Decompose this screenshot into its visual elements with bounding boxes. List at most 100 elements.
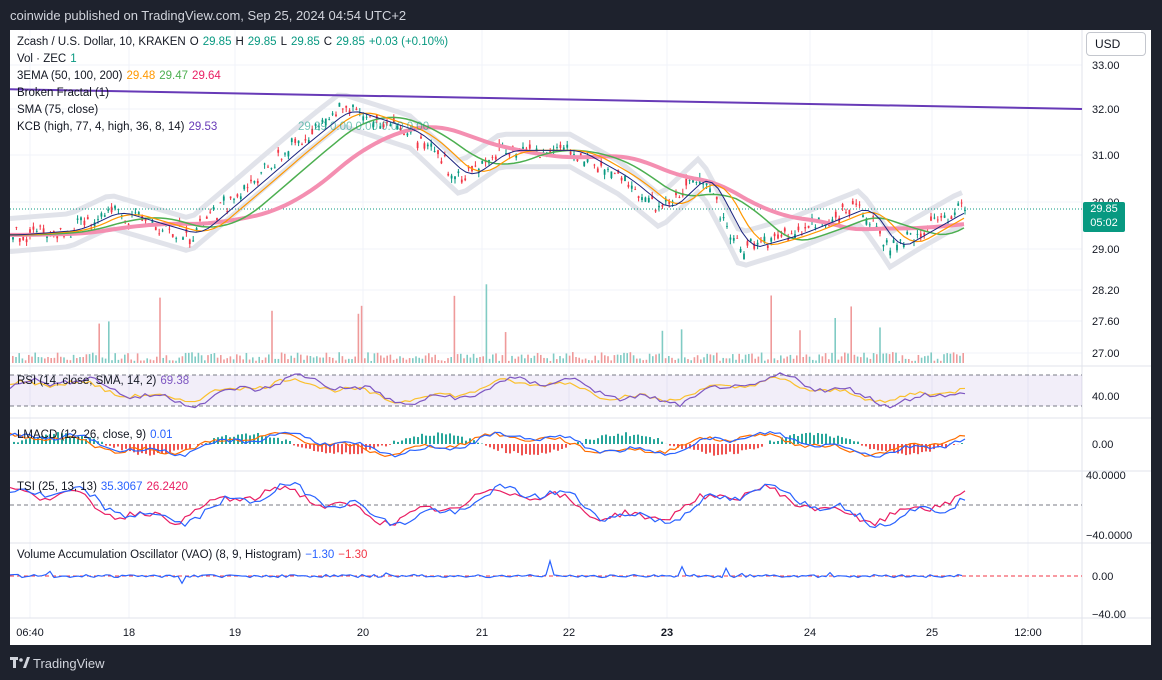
volume-bar	[194, 356, 196, 363]
time-tick-label: 21	[476, 627, 488, 639]
volume-bar	[332, 357, 334, 363]
macd-histogram-bar	[721, 444, 723, 455]
volume-bar	[927, 355, 929, 363]
candle-body	[335, 114, 337, 117]
volume-bar	[876, 354, 878, 363]
candle-body	[450, 175, 453, 179]
volume-bar	[652, 356, 654, 363]
volume-bar	[242, 359, 244, 363]
macd-histogram-bar	[281, 441, 283, 444]
volume-bar	[40, 357, 43, 363]
price-tick-label: 27.00	[1092, 348, 1120, 360]
time-tick-label: 23	[661, 627, 673, 639]
volume-bar	[223, 359, 225, 363]
volume-bar	[744, 354, 747, 363]
macd-histogram-bar	[825, 433, 827, 444]
legend-tsi-signal: 26.2420	[146, 481, 189, 493]
volume-bar	[546, 358, 548, 363]
volume-bar	[530, 358, 532, 363]
volume-bar	[53, 357, 56, 363]
volume-bar	[415, 356, 417, 363]
candle-body	[783, 228, 786, 232]
volume-bar	[911, 360, 913, 363]
volume-bar	[930, 352, 932, 363]
volume-bar	[60, 356, 62, 363]
macd-histogram-bar	[589, 439, 591, 444]
currency-button[interactable]: USD	[1086, 32, 1146, 56]
tradingview-brand[interactable]: TradingView	[33, 656, 105, 671]
volume-bar	[853, 354, 856, 363]
chart-frame[interactable]: 33.0032.0031.0030.0029.0028.2027.6027.00…	[10, 30, 1151, 645]
candle-body	[355, 108, 358, 111]
volume-bar	[632, 355, 635, 363]
candle-body	[780, 235, 783, 237]
macd-histogram-bar	[585, 438, 587, 444]
macd-histogram-bar	[925, 444, 927, 452]
candle-body	[32, 226, 35, 230]
volume-bar	[815, 360, 817, 363]
volume-bar	[620, 355, 622, 363]
candle-body	[630, 185, 633, 189]
volume-bar	[748, 353, 750, 363]
candle-body	[161, 230, 164, 232]
candle-body	[267, 166, 269, 168]
candle-body	[260, 172, 263, 174]
candle-body	[80, 217, 82, 221]
volume-bar	[719, 360, 721, 363]
volume-bar	[869, 358, 872, 363]
macd-histogram-bar	[409, 438, 411, 444]
macd-histogram-bar	[733, 444, 735, 455]
candle-body	[369, 116, 371, 118]
candle-body	[607, 168, 609, 170]
candle-body	[301, 144, 303, 145]
volume-bar	[284, 353, 286, 363]
volume-bar	[63, 357, 65, 363]
volume-bar	[28, 354, 30, 363]
candle-body	[168, 228, 171, 230]
volume-bar	[821, 356, 824, 363]
candle-body	[756, 242, 759, 245]
candle-body	[539, 157, 541, 158]
volume-bar	[341, 356, 344, 363]
volume-bar	[527, 354, 529, 363]
candle-body	[416, 142, 419, 149]
macd-histogram-bar	[713, 444, 715, 456]
volume-bar	[124, 354, 126, 363]
price-tick-label: 27.60	[1092, 316, 1120, 328]
candle-body	[906, 231, 909, 235]
volume-bar	[213, 353, 216, 363]
macd-histogram-bar	[745, 444, 747, 450]
volume-bar	[508, 360, 510, 363]
macd-histogram-bar	[169, 444, 171, 453]
volume-bar	[92, 352, 94, 363]
candle-body	[290, 138, 293, 143]
macd-histogram-bar	[673, 444, 675, 447]
macd-histogram-bar	[489, 444, 491, 448]
volume-bar	[127, 353, 129, 363]
volume-bar	[380, 355, 382, 363]
volume-bar	[607, 356, 609, 363]
legend-symbol-row: Zcash / U.S. Dollar, 10, KRAKEN O 29.85 H 29…	[17, 36, 452, 48]
macd-histogram-bar	[757, 444, 759, 449]
candle-body	[297, 140, 300, 144]
candle-body	[749, 239, 752, 242]
macd-histogram-bar	[345, 444, 347, 453]
candle-body	[919, 233, 922, 238]
macd-histogram-bar	[401, 440, 403, 444]
candle-body	[86, 217, 89, 220]
candle-body	[331, 113, 334, 115]
volume-bar	[357, 313, 360, 363]
candle-body	[287, 151, 290, 157]
volume-bar	[159, 297, 161, 363]
volume-bar	[780, 355, 782, 363]
volume-bar	[783, 358, 785, 363]
macd-histogram-bar	[525, 444, 527, 454]
legend-faint-values: 29.29 0.00 0.00 0.00 0.00	[298, 121, 430, 133]
legend-sma-label: SMA (75, close)	[17, 104, 99, 116]
macd-histogram-bar	[445, 434, 447, 444]
macd-histogram-bar	[861, 444, 863, 446]
volume-bar	[197, 352, 200, 363]
tradingview-logo-icon[interactable]	[10, 657, 30, 669]
candle-body	[562, 147, 565, 151]
candle-body	[236, 194, 239, 197]
